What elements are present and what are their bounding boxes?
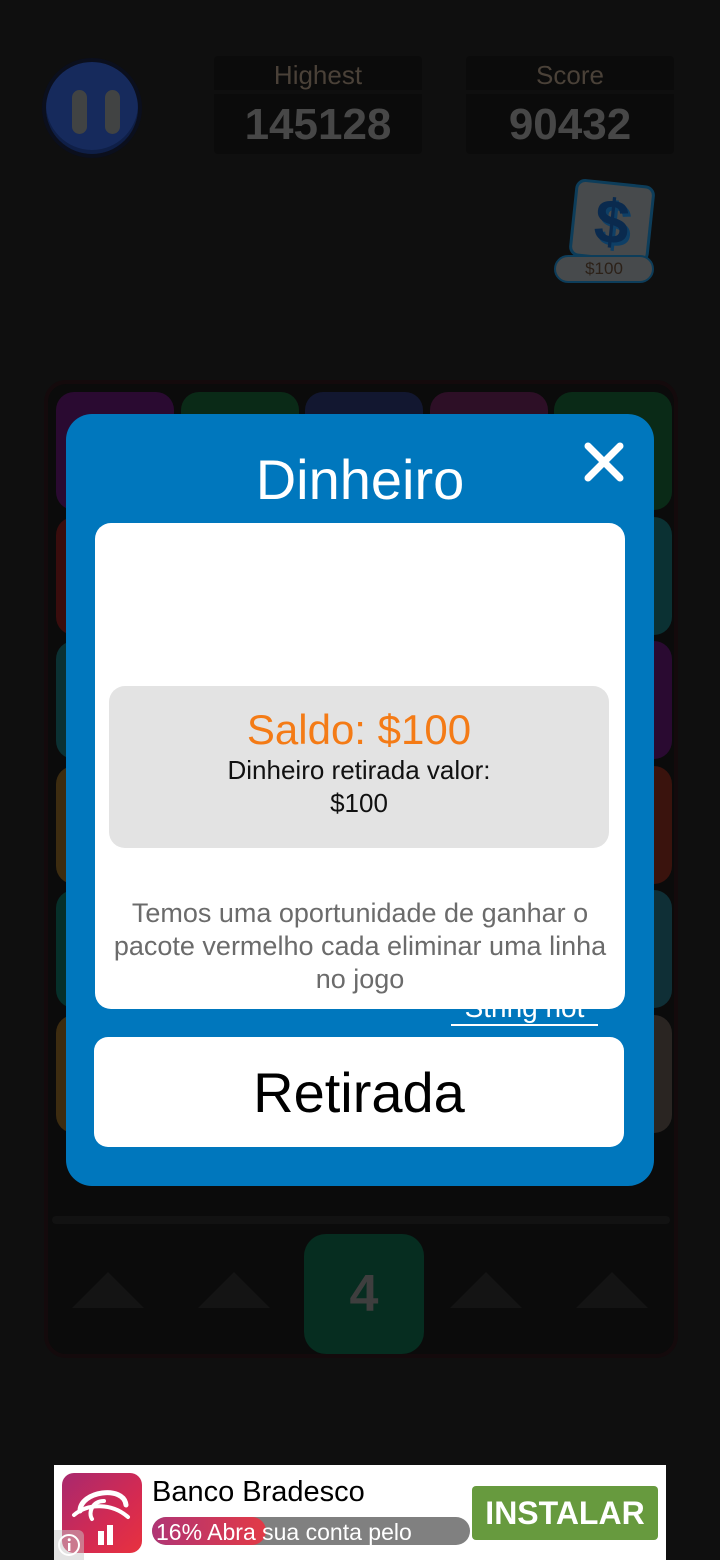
ad-info-button[interactable] (54, 1530, 84, 1560)
dollar-icon[interactable]: $ (568, 178, 656, 264)
highest-value: 145128 (214, 94, 422, 154)
withdraw-amount-label: Dinheiro retirada valor: (227, 755, 491, 785)
withdraw-button[interactable]: Retirada (94, 1037, 624, 1147)
next-tile: 4 (304, 1234, 424, 1354)
up-triangle-icon[interactable] (198, 1272, 270, 1308)
string-link[interactable]: String not (451, 996, 598, 1026)
money-dialog: Dinheiro Saldo: $100 Dinheiro retirada v… (66, 414, 654, 1186)
withdraw-amount-value: $100 (330, 788, 388, 818)
ad-rating-bar: 16% Abra sua conta pelo (152, 1517, 470, 1545)
dialog-title: Dinheiro (255, 448, 465, 511)
info-icon (58, 1534, 80, 1556)
highest-label: Highest (214, 56, 422, 90)
pause-icon-bar-left (72, 90, 87, 134)
highest-score-box: Highest 145128 (214, 56, 422, 154)
balance-box: Saldo: $100 Dinheiro retirada valor: $10… (109, 686, 609, 848)
ad-rating-percent: 16% (156, 1519, 203, 1545)
next-tile-value: 4 (349, 1265, 379, 1323)
score-value: 90432 (466, 94, 674, 154)
close-icon (584, 442, 624, 482)
up-triangle-icon[interactable] (72, 1272, 144, 1308)
info-text: Temos uma oportunidade de ganhar o pacot… (113, 898, 607, 994)
install-button[interactable]: INSTALAR (472, 1486, 658, 1540)
ad-app-name: Banco Bradesco (152, 1476, 365, 1508)
board-divider (52, 1216, 670, 1224)
close-button[interactable] (580, 438, 628, 486)
dialog-content-card: Saldo: $100 Dinheiro retirada valor: $10… (95, 523, 625, 1009)
pause-icon-bar-right (105, 90, 120, 134)
balance-text: Saldo: $100 (246, 706, 472, 753)
current-score-box: Score 90432 (466, 56, 674, 154)
string-link-text: String not (464, 996, 585, 1023)
money-amount: $100 (554, 255, 654, 283)
score-label: Score (466, 56, 674, 90)
ad-tagline: Abra sua conta pelo (207, 1519, 412, 1545)
ad-banner[interactable]: Banco Bradesco 16% Abra sua conta pelo I… (54, 1465, 666, 1560)
pause-button[interactable] (42, 58, 142, 158)
up-triangle-icon[interactable] (576, 1272, 648, 1308)
up-triangle-icon[interactable] (450, 1272, 522, 1308)
